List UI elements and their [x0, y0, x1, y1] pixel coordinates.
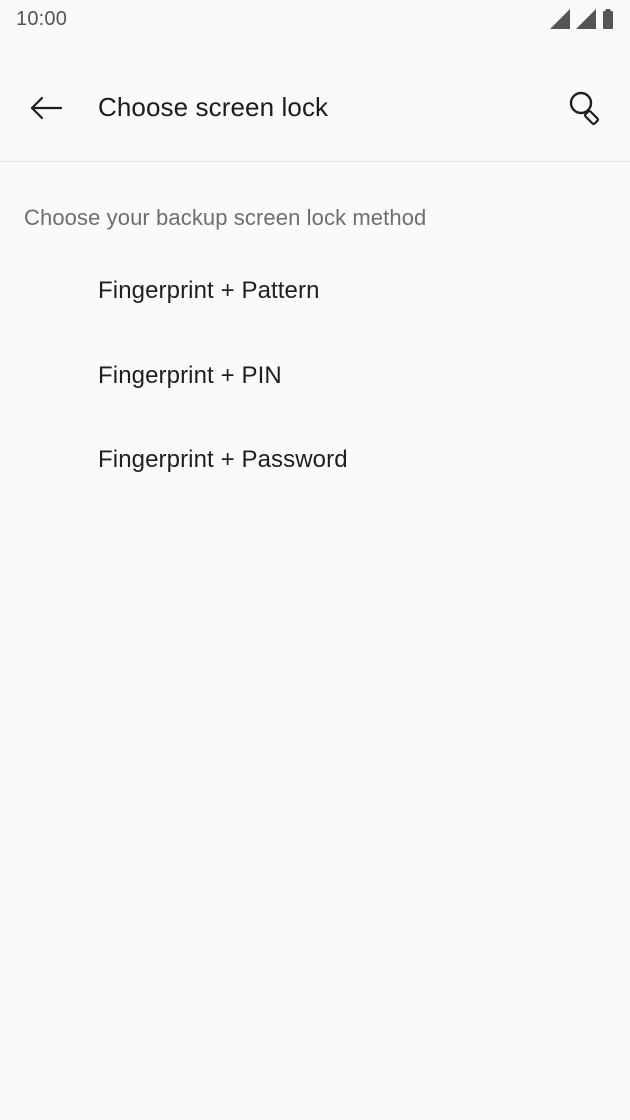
- status-time: 10:00: [16, 8, 68, 30]
- option-fingerprint-password[interactable]: Fingerprint + Password: [0, 418, 630, 503]
- signal-icon: [576, 9, 596, 29]
- option-label: Fingerprint + Password: [98, 446, 348, 473]
- screen-lock-options: Fingerprint + Pattern Fingerprint + PIN …: [0, 249, 630, 503]
- app-bar: Choose screen lock: [0, 60, 630, 160]
- option-label: Fingerprint + PIN: [98, 361, 282, 389]
- option-fingerprint-pin[interactable]: Fingerprint + PIN: [0, 334, 630, 419]
- signal-icon: [550, 9, 570, 29]
- option-fingerprint-pattern[interactable]: Fingerprint + Pattern: [0, 249, 630, 334]
- section-header: Choose your backup screen lock method: [24, 205, 427, 230]
- status-icons: [550, 9, 614, 29]
- search-button[interactable]: [562, 86, 610, 134]
- status-bar: 10:00: [0, 0, 630, 40]
- option-label: Fingerprint + Pattern: [98, 277, 320, 304]
- search-icon: [568, 90, 604, 131]
- arrow-left-icon: [29, 96, 63, 125]
- app-bar-divider: [0, 161, 630, 162]
- back-button[interactable]: [22, 88, 70, 132]
- page-title: Choose screen lock: [98, 92, 329, 122]
- battery-icon: [602, 9, 614, 29]
